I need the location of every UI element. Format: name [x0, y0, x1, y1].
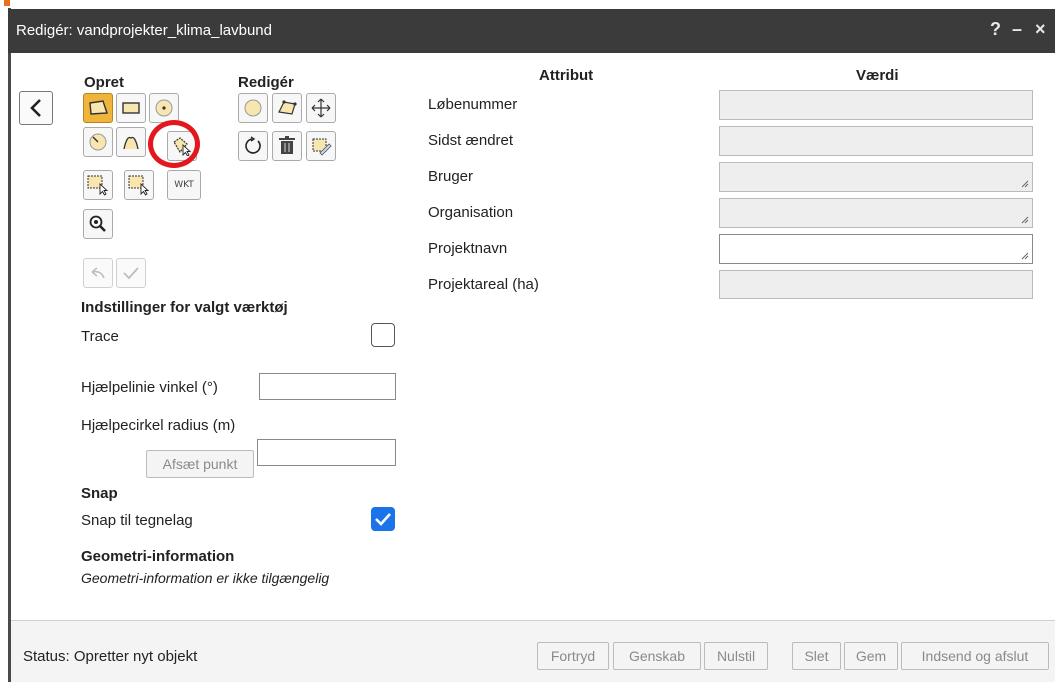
split-icon — [312, 138, 332, 156]
background-strip — [0, 0, 1055, 8]
close-button[interactable]: × — [1035, 19, 1046, 40]
wkt-tool[interactable]: WKT — [167, 170, 201, 200]
wkt-label: WKT — [174, 180, 194, 190]
area-select-2-icon — [128, 175, 150, 196]
undo-icon — [91, 267, 105, 279]
split-tool[interactable] — [306, 131, 336, 161]
redo-button[interactable]: Genskab — [613, 642, 701, 670]
angle-input[interactable] — [259, 373, 396, 400]
select-area-2-tool[interactable] — [124, 170, 154, 200]
delete-tool[interactable] — [272, 131, 302, 161]
circle-radius-icon — [89, 133, 107, 151]
project-name-field[interactable] — [719, 234, 1033, 264]
draw-circle-radius-tool[interactable] — [83, 127, 113, 157]
edit-circle-tool[interactable] — [238, 93, 268, 123]
highlight-circle — [148, 120, 200, 168]
trace-label: Trace — [81, 328, 119, 345]
draw-freehand-tool[interactable] — [116, 127, 146, 157]
resize-handle-icon[interactable] — [1021, 180, 1029, 188]
status-text: Status: Opretter nyt objekt — [23, 648, 198, 665]
trash-icon — [279, 136, 295, 154]
rotate-tool[interactable] — [238, 131, 268, 161]
vertices-icon — [278, 100, 297, 115]
confirm-step-button[interactable] — [116, 258, 146, 288]
place-point-button[interactable]: Afsæt punkt — [146, 450, 254, 478]
polygon-icon — [89, 100, 108, 115]
dialog-titlebar[interactable]: Redigér: vandprojekter_klima_lavbund ? –… — [8, 9, 1055, 53]
resize-handle-icon[interactable] — [1021, 216, 1029, 224]
draw-rectangle-tool[interactable] — [116, 93, 146, 123]
reset-button[interactable]: Nulstil — [704, 642, 768, 670]
circle-edit-icon — [244, 99, 262, 117]
check-icon — [123, 267, 139, 280]
create-heading: Opret — [84, 74, 125, 91]
check-icon — [375, 513, 391, 526]
edit-heading: Redigér — [238, 74, 294, 91]
column-value-header: Værdi — [856, 67, 899, 84]
radius-input[interactable] — [257, 439, 396, 466]
settings-heading: Indstillinger for valgt værktøj — [81, 299, 288, 316]
attribute-value-field — [719, 198, 1033, 228]
minimize-button[interactable]: – — [1012, 19, 1022, 40]
circle-icon — [155, 99, 173, 117]
attribute-value-field — [719, 126, 1033, 156]
rectangle-icon — [122, 102, 140, 114]
dialog-title: Redigér: vandprojekter_klima_lavbund — [16, 22, 272, 39]
select-area-tool[interactable] — [83, 170, 113, 200]
move-tool[interactable] — [306, 93, 336, 123]
rotate-icon — [245, 136, 261, 154]
attribute-label: Projektnavn — [428, 240, 508, 257]
radius-label: Hjælpecirkel radius (m) — [81, 417, 236, 434]
attribute-label: Løbenummer — [428, 96, 518, 113]
zoom-icon — [89, 215, 106, 232]
column-attribute-header: Attribut — [539, 67, 594, 84]
undo-step-button[interactable] — [83, 258, 113, 288]
edit-vertices-tool[interactable] — [272, 93, 302, 123]
attribute-label: Projektareal (ha) — [428, 276, 539, 293]
undo-button[interactable]: Fortryd — [537, 642, 609, 670]
help-button[interactable]: ? — [990, 19, 1001, 40]
attribute-label: Bruger — [428, 168, 474, 185]
snap-label: Snap til tegnelag — [81, 512, 193, 529]
resize-handle-icon[interactable] — [1021, 252, 1029, 260]
draw-circle-tool[interactable] — [149, 93, 179, 123]
zoom-to-tool[interactable] — [83, 209, 113, 239]
attribute-label: Sidst ændret — [428, 132, 514, 149]
attribute-value-field — [719, 90, 1033, 120]
area-select-icon — [87, 175, 109, 196]
draw-polygon-tool[interactable] — [83, 93, 113, 123]
freehand-icon — [123, 136, 139, 150]
snap-heading: Snap — [81, 485, 118, 502]
geometry-heading: Geometri-information — [81, 548, 235, 565]
app-icon — [4, 0, 10, 6]
attribute-label: Organisation — [428, 204, 514, 221]
submit-close-button[interactable]: Indsend og afslut — [901, 642, 1049, 670]
geometry-text: Geometri-information er ikke tilgængelig — [81, 570, 330, 586]
angle-label: Hjælpelinie vinkel (°) — [81, 379, 218, 396]
snap-checkbox[interactable] — [371, 507, 395, 531]
trace-checkbox[interactable] — [371, 323, 395, 347]
chevron-left-icon — [30, 99, 41, 117]
move-icon — [311, 98, 331, 118]
attribute-value-field — [719, 270, 1033, 299]
back-button[interactable] — [19, 91, 53, 125]
save-button[interactable]: Gem — [844, 642, 898, 670]
delete-button[interactable]: Slet — [792, 642, 841, 670]
attribute-value-field — [719, 162, 1033, 192]
